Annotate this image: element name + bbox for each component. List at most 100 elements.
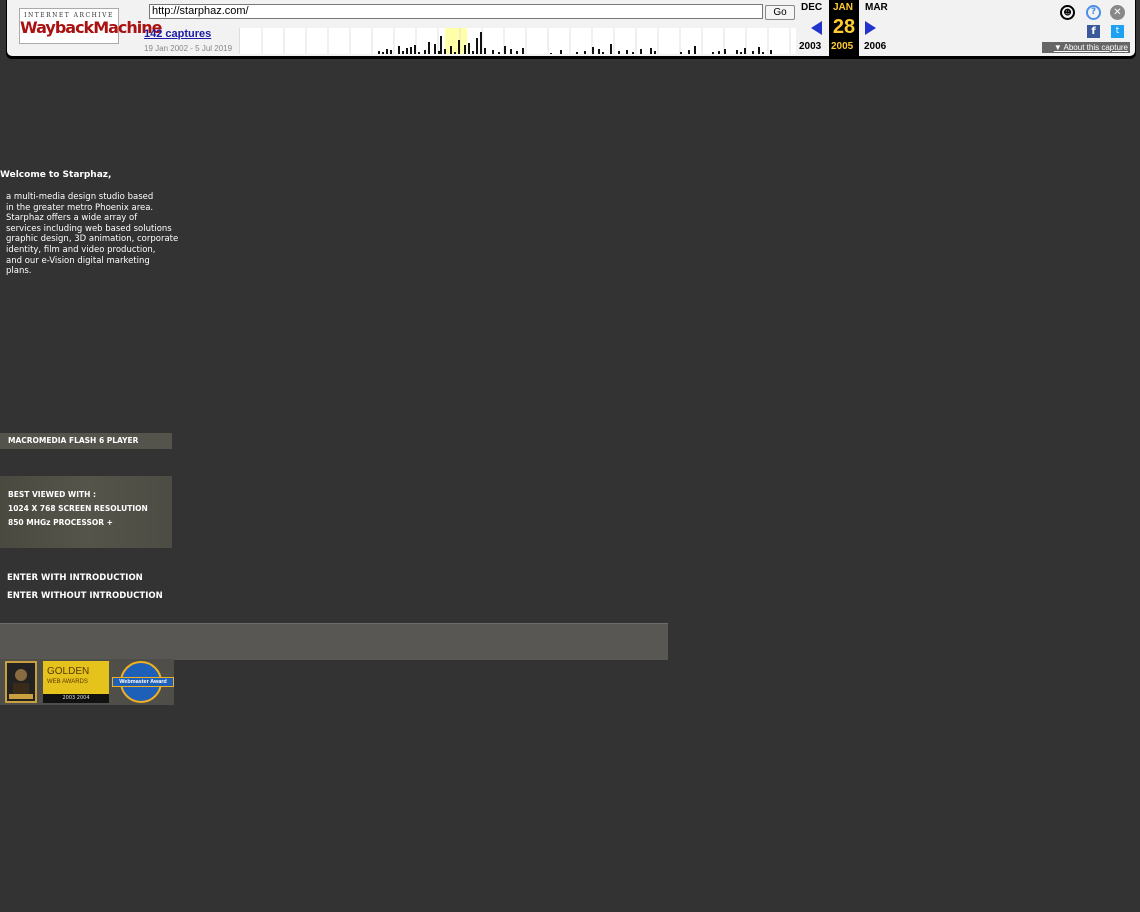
prev-capture-arrow-icon[interactable] xyxy=(811,21,822,35)
sparkline-bar xyxy=(602,52,604,54)
sparkline-bar xyxy=(650,48,652,54)
sparkline-bar xyxy=(752,51,754,54)
sparkline-bar xyxy=(758,47,760,54)
enter-with-intro-link[interactable]: ENTER WITH INTRODUCTION xyxy=(7,573,143,583)
golden-web-award-badge[interactable]: GOLDEN WEB AWARDS 2003 2004 xyxy=(43,661,109,703)
sparkline-bar xyxy=(468,43,470,54)
sparkline-bar xyxy=(618,51,620,54)
capture-date-range: 19 Jan 2002 - 5 Jul 2019 xyxy=(144,44,233,53)
footer-band xyxy=(0,623,668,660)
golden-award-subtitle: WEB AWARDS xyxy=(47,679,88,685)
facebook-icon[interactable]: f xyxy=(1087,25,1100,38)
awards-strip: GOLDEN WEB AWARDS 2003 2004 Webmaster Aw… xyxy=(0,659,174,705)
sparkline-bar xyxy=(424,50,426,54)
next-month-label[interactable]: MAR xyxy=(865,2,888,13)
sparkline-bar xyxy=(504,46,506,54)
sparkline-bar xyxy=(480,32,482,54)
portrait-figure-icon xyxy=(9,669,33,699)
sparkline-bar xyxy=(680,52,682,54)
best-viewed-box: BEST VIEWED WITH : 1024 X 768 SCREEN RES… xyxy=(0,476,172,548)
flash-player-banner[interactable]: MACROMEDIA FLASH 6 PLAYER xyxy=(0,433,172,449)
sparkline-bar xyxy=(744,48,746,54)
prev-month-label[interactable]: DEC xyxy=(801,2,822,13)
sparkline-bar xyxy=(694,46,696,54)
current-month-label: JAN xyxy=(833,2,854,13)
sparkline-bar xyxy=(770,50,772,54)
sparkline-bars xyxy=(261,28,791,54)
webmaster-award-badge[interactable]: Webmaster Award xyxy=(112,661,174,703)
about-capture-button[interactable]: ▼ About this capture xyxy=(1042,42,1130,53)
user-icon[interactable]: ☻ xyxy=(1060,5,1075,20)
flash-player-label: MACROMEDIA FLASH 6 PLAYER xyxy=(8,436,139,445)
webmaster-award-label: Webmaster Award xyxy=(112,677,174,687)
sparkline-bar xyxy=(718,51,720,54)
sparkline-bar xyxy=(516,51,518,54)
sparkline-bar xyxy=(762,52,764,54)
golden-award-years: 2003 2004 xyxy=(43,694,109,703)
sparkline-bar xyxy=(390,50,392,54)
sparkline-bar xyxy=(398,46,400,54)
go-button[interactable]: Go xyxy=(765,5,795,20)
sparkline-bar xyxy=(654,51,656,54)
sparkline-current-year xyxy=(445,28,467,54)
prev-year-label[interactable]: 2003 xyxy=(799,41,821,52)
sparkline-bar xyxy=(592,47,594,54)
sparkline-bar xyxy=(712,52,714,54)
close-icon[interactable]: ✕ xyxy=(1110,5,1125,20)
next-capture-arrow-icon[interactable] xyxy=(865,21,876,35)
sparkline-bar xyxy=(610,44,612,54)
help-icon[interactable]: ? xyxy=(1086,5,1101,20)
sparkline-bar xyxy=(406,48,408,54)
twitter-icon[interactable]: t xyxy=(1111,25,1124,38)
url-input[interactable]: http://starphaz.com/ xyxy=(149,4,763,19)
logo-main-text: WaybackMachine xyxy=(20,18,163,37)
sparkline-bar xyxy=(740,52,742,54)
sparkline-bar xyxy=(410,47,412,54)
sparkline-bar xyxy=(464,45,466,54)
sparkline-bar xyxy=(584,51,586,54)
intro-paragraph: a multi-media design studio based in the… xyxy=(6,192,179,277)
sparkline-bar xyxy=(476,38,478,54)
next-year-label[interactable]: 2006 xyxy=(864,41,886,52)
sparkline-bar xyxy=(498,52,500,54)
sparkline-bar xyxy=(382,52,384,54)
best-viewed-processor: 850 MHGz PROCESSOR + xyxy=(8,518,113,527)
sparkline-bar xyxy=(428,42,430,54)
wayback-toolbar-panel: INTERNET ARCHIVE WaybackMachine http://s… xyxy=(6,0,1136,57)
sparkline-bar xyxy=(414,45,416,54)
best-viewed-resolution: 1024 X 768 SCREEN RESOLUTION xyxy=(8,504,148,513)
sparkline-bar xyxy=(484,48,486,54)
wayback-logo[interactable]: INTERNET ARCHIVE WaybackMachine xyxy=(19,8,163,44)
captures-link[interactable]: 142 captures xyxy=(144,28,211,40)
enter-without-intro-link[interactable]: ENTER WITHOUT INTRODUCTION xyxy=(7,591,163,601)
current-year-label: 2005 xyxy=(831,41,854,52)
sparkline-bar xyxy=(444,49,446,54)
sparkline-bar xyxy=(434,44,436,54)
award-badge-portrait[interactable] xyxy=(5,661,37,703)
sparkline-bar xyxy=(510,49,512,54)
sparkline-bar xyxy=(576,52,578,54)
best-viewed-heading: BEST VIEWED WITH : xyxy=(8,490,96,499)
capture-sparkline[interactable] xyxy=(239,28,796,54)
sparkline-bar xyxy=(640,49,642,54)
sparkline-bar xyxy=(522,48,524,54)
sparkline-bar xyxy=(418,52,420,54)
current-day: 28 xyxy=(832,16,856,38)
sparkline-bar xyxy=(688,50,690,54)
sparkline-bar xyxy=(402,51,404,54)
sparkline-bar xyxy=(440,36,442,54)
sparkline-bar xyxy=(632,52,634,54)
sparkline-bar xyxy=(492,50,494,54)
about-capture-label: About this capture xyxy=(1063,43,1128,52)
sparkline-bar xyxy=(438,51,440,54)
golden-award-title: GOLDEN xyxy=(47,666,90,677)
sparkline-bar xyxy=(472,51,474,54)
sparkline-bar xyxy=(378,51,380,54)
sparkline-bar xyxy=(626,50,628,54)
sparkline-bar xyxy=(454,52,456,54)
sparkline-bar xyxy=(450,46,452,54)
sparkline-bar xyxy=(598,49,600,54)
wayback-toolbar: INTERNET ARCHIVE WaybackMachine http://s… xyxy=(0,0,1140,60)
welcome-heading: Welcome to Starphaz, xyxy=(0,170,112,180)
sparkline-bar xyxy=(386,49,388,54)
